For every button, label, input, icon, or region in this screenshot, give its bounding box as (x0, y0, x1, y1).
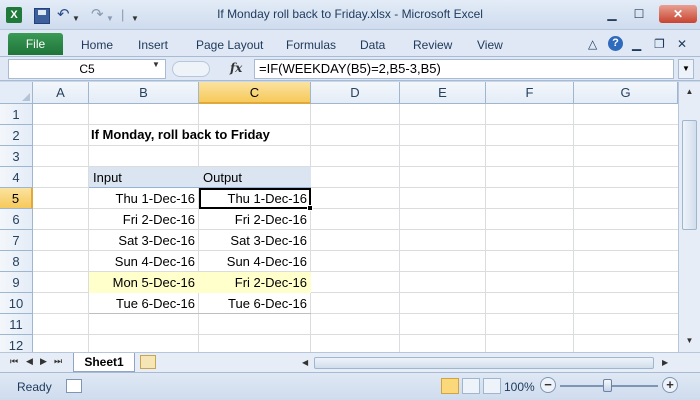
select-all-button[interactable] (0, 82, 33, 104)
normal-view-icon[interactable] (441, 378, 459, 394)
status-bar: Ready 100% − + (0, 372, 700, 400)
scroll-right-icon[interactable]: ▶ (662, 356, 668, 370)
table-bottom-border (89, 313, 311, 314)
last-sheet-icon[interactable]: ⏭ (54, 356, 62, 367)
workbook-close-icon[interactable]: ✕ (677, 37, 687, 51)
table-header-input[interactable]: Input (89, 167, 199, 188)
output-cell[interactable]: Tue 6-Dec-16 (199, 293, 311, 314)
output-cell[interactable]: Sat 3-Dec-16 (199, 230, 311, 251)
workbook-restore-icon[interactable]: ❐ (654, 37, 665, 51)
window-title: If Monday roll back to Friday.xlsx - Mic… (217, 7, 483, 21)
row-header-10[interactable]: 10 (0, 293, 33, 314)
output-cell[interactable]: Fri 2-Dec-16 (199, 209, 311, 230)
scroll-left-icon[interactable]: ◀ (302, 356, 308, 370)
title-bar: X ↶ ▼ ↷ ▼ | ▼ If Monday roll back to Fri… (0, 0, 700, 30)
row-header-2[interactable]: 2 (0, 125, 33, 146)
gridline (33, 124, 678, 125)
row-header-3[interactable]: 3 (0, 146, 33, 167)
gridline (33, 334, 678, 335)
zoom-level[interactable]: 100% (504, 380, 535, 394)
table-header-output[interactable]: Output (199, 167, 311, 188)
input-cell[interactable]: Tue 6-Dec-16 (89, 293, 199, 314)
active-cell-selection[interactable] (199, 188, 311, 209)
input-cell-highlighted[interactable]: Mon 5-Dec-16 (89, 272, 199, 293)
first-sheet-icon[interactable]: ⏮ (10, 356, 18, 367)
column-header-c[interactable]: C (199, 82, 311, 104)
name-box[interactable]: C5 (8, 59, 166, 79)
row-header-1[interactable]: 1 (0, 104, 33, 125)
insert-sheet-icon[interactable] (140, 355, 156, 369)
horizontal-scroll-thumb[interactable] (314, 357, 654, 369)
tab-review[interactable]: Review (413, 38, 452, 52)
page-layout-view-icon[interactable] (462, 378, 480, 394)
zoom-in-icon[interactable]: + (662, 377, 678, 393)
row-header-12[interactable]: 12 (0, 335, 33, 352)
input-cell[interactable]: Sun 4-Dec-16 (89, 251, 199, 272)
ribbon-tabs: File Home Insert Page Layout Formulas Da… (0, 30, 700, 57)
sheet-title-cell[interactable]: If Monday, roll back to Friday (91, 127, 270, 142)
gridline (573, 104, 574, 352)
prev-sheet-icon[interactable]: ◀ (26, 356, 33, 367)
help-icon[interactable]: ? (608, 36, 623, 51)
input-cell[interactable]: Sat 3-Dec-16 (89, 230, 199, 251)
output-cell-highlighted[interactable]: Fri 2-Dec-16 (199, 272, 311, 293)
row-header-6[interactable]: 6 (0, 209, 33, 230)
zoom-out-icon[interactable]: − (540, 377, 556, 393)
formula-bar-expand-icon[interactable]: ▼ (678, 59, 694, 79)
row-header-5[interactable]: 5 (0, 188, 33, 209)
close-icon[interactable]: ✕ (659, 5, 697, 23)
gridline (485, 104, 486, 352)
tab-view[interactable]: View (477, 38, 503, 52)
row-header-4[interactable]: 4 (0, 167, 33, 188)
worksheet-grid[interactable]: A B C D E F G 1 2 3 4 5 6 7 8 9 10 11 12… (0, 82, 678, 352)
sheet-tabs-bar: ⏮ ◀ ▶ ⏭ Sheet1 ◀ ▶ (0, 352, 700, 372)
formula-bar-resize-handle[interactable] (172, 61, 210, 77)
sheet-tab-sheet1[interactable]: Sheet1 (73, 353, 135, 372)
insert-function-button[interactable]: fx (230, 61, 242, 75)
tab-file[interactable]: File (8, 33, 63, 55)
scroll-up-icon[interactable]: ▲ (681, 84, 698, 100)
gridline (33, 145, 678, 146)
workbook-minimize-icon[interactable]: ▁ (632, 37, 641, 51)
horizontal-scrollbar[interactable]: ◀ ▶ (300, 356, 674, 370)
row-header-9[interactable]: 9 (0, 272, 33, 293)
column-header-b[interactable]: B (89, 82, 199, 104)
row-header-11[interactable]: 11 (0, 314, 33, 335)
input-cell[interactable]: Fri 2-Dec-16 (89, 209, 199, 230)
column-header-a[interactable]: A (33, 82, 89, 104)
name-box-dropdown-icon[interactable]: ▼ (152, 60, 160, 69)
vertical-scroll-thumb[interactable] (682, 120, 697, 230)
zoom-slider-thumb[interactable] (603, 379, 612, 392)
status-text: Ready (17, 380, 52, 394)
tab-home[interactable]: Home (81, 38, 113, 52)
column-header-f[interactable]: F (486, 82, 574, 104)
tab-formulas[interactable]: Formulas (286, 38, 336, 52)
ribbon-collapse-icon[interactable]: △ (588, 37, 597, 51)
column-header-d[interactable]: D (311, 82, 400, 104)
scroll-down-icon[interactable]: ▼ (681, 333, 698, 349)
output-cell[interactable]: Sun 4-Dec-16 (199, 251, 311, 272)
vertical-scrollbar[interactable]: ▲ ▼ (678, 82, 700, 352)
row-header-8[interactable]: 8 (0, 251, 33, 272)
page-break-view-icon[interactable] (483, 378, 501, 394)
input-cell[interactable]: Thu 1-Dec-16 (89, 188, 199, 209)
macro-recording-icon[interactable] (66, 379, 82, 393)
column-header-e[interactable]: E (400, 82, 486, 104)
fill-handle[interactable] (307, 205, 313, 211)
maximize-icon[interactable]: ☐ (628, 5, 650, 23)
formula-bar: C5 ▼ fx =IF(WEEKDAY(B5)=2,B5-3,B5) ▼ (0, 57, 700, 81)
tab-data[interactable]: Data (360, 38, 385, 52)
next-sheet-icon[interactable]: ▶ (40, 356, 47, 367)
column-header-g[interactable]: G (574, 82, 678, 104)
formula-input[interactable]: =IF(WEEKDAY(B5)=2,B5-3,B5) (254, 59, 674, 79)
row-header-7[interactable]: 7 (0, 230, 33, 251)
minimize-icon[interactable]: ▁ (601, 5, 623, 23)
gridline (399, 104, 400, 352)
tab-page-layout[interactable]: Page Layout (196, 38, 263, 52)
tab-insert[interactable]: Insert (138, 38, 168, 52)
